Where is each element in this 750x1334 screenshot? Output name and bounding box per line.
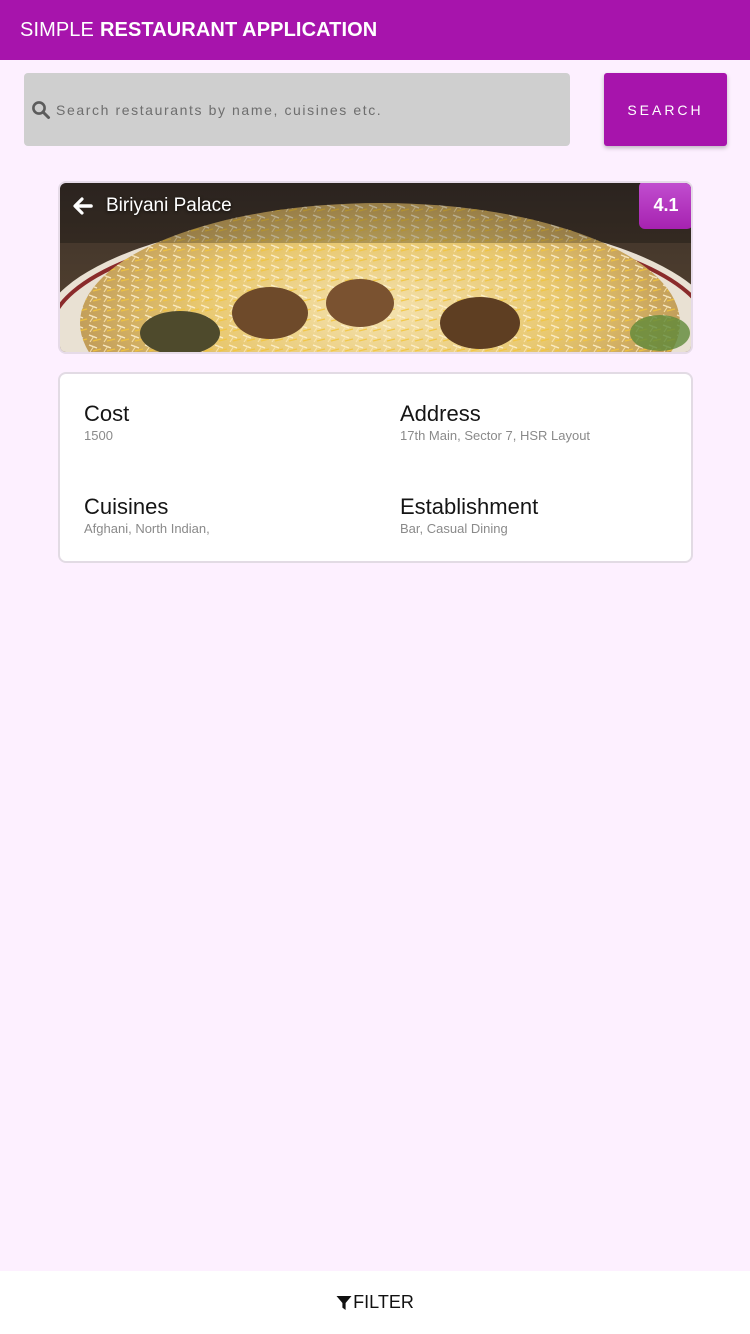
restaurant-hero-card: Biriyani Palace 4.1 [58,181,693,354]
arrow-left-icon[interactable] [72,195,94,217]
app-bar: SIMPLE RESTAURANT APPLICATION [0,0,750,60]
address-label: Address [400,401,481,426]
search-input[interactable] [54,88,570,131]
cost-value: 1500 [84,428,113,443]
restaurant-details-card: Cost 1500 Address 17th Main, Sector 7, H… [58,372,693,563]
hero-header: Biriyani Palace [72,195,232,217]
establishment-section: Establishment Bar, Casual Dining [400,493,538,537]
address-section: Address 17th Main, Sector 7, HSR Layout [400,400,590,444]
cuisines-section: Cuisines Afghani, North Indian, [84,493,210,537]
cuisines-value: Afghani, North Indian, [84,521,210,536]
establishment-label: Establishment [400,494,539,519]
filter-button[interactable]: FILTER [0,1271,750,1334]
establishment-value: Bar, Casual Dining [400,521,508,536]
search-icon [30,99,52,121]
restaurant-name: Biriyani Palace [106,195,232,216]
search-box[interactable] [24,73,570,146]
cost-label: Cost [84,401,130,426]
filter-label: FILTER [353,1292,414,1312]
filter-icon [336,1295,352,1311]
cost-section: Cost 1500 [84,400,129,444]
address-value: 17th Main, Sector 7, HSR Layout [400,428,591,443]
cuisines-label: Cuisines [84,494,169,519]
rating-badge: 4.1 [639,183,691,229]
app-title-light: SIMPLE [20,18,94,41]
search-button[interactable]: SEARCH [604,73,727,146]
app-title-bold: RESTAURANT APPLICATION [99,18,378,41]
